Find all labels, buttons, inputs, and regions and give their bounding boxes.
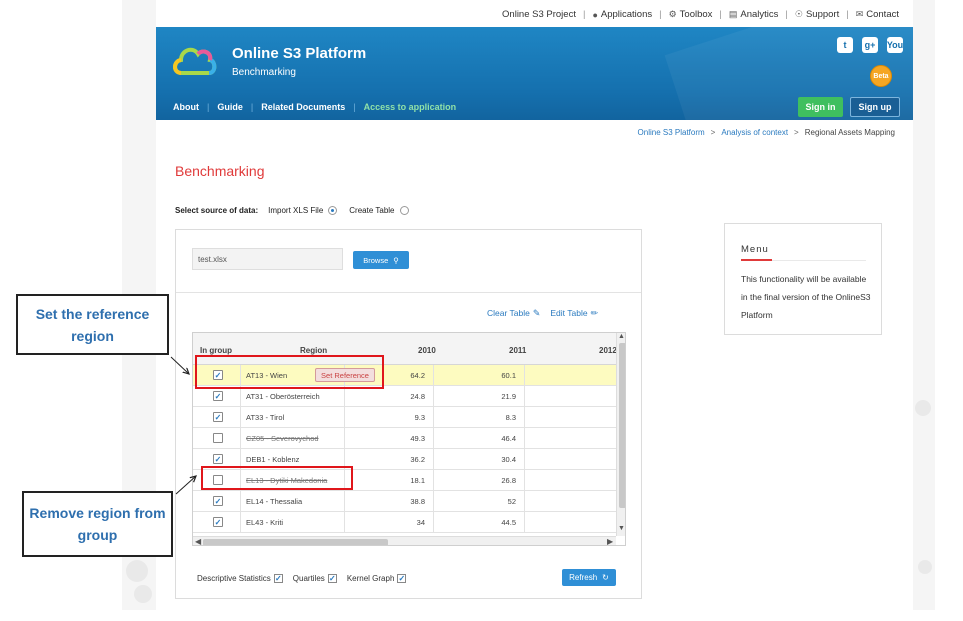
arrow-to-reference [170,356,189,374]
arrow-to-removed [175,476,196,495]
page-root: Online S3 Project | ● Applications | ⚙ Too… [0,0,963,621]
annotation-arrows [170,356,963,495]
